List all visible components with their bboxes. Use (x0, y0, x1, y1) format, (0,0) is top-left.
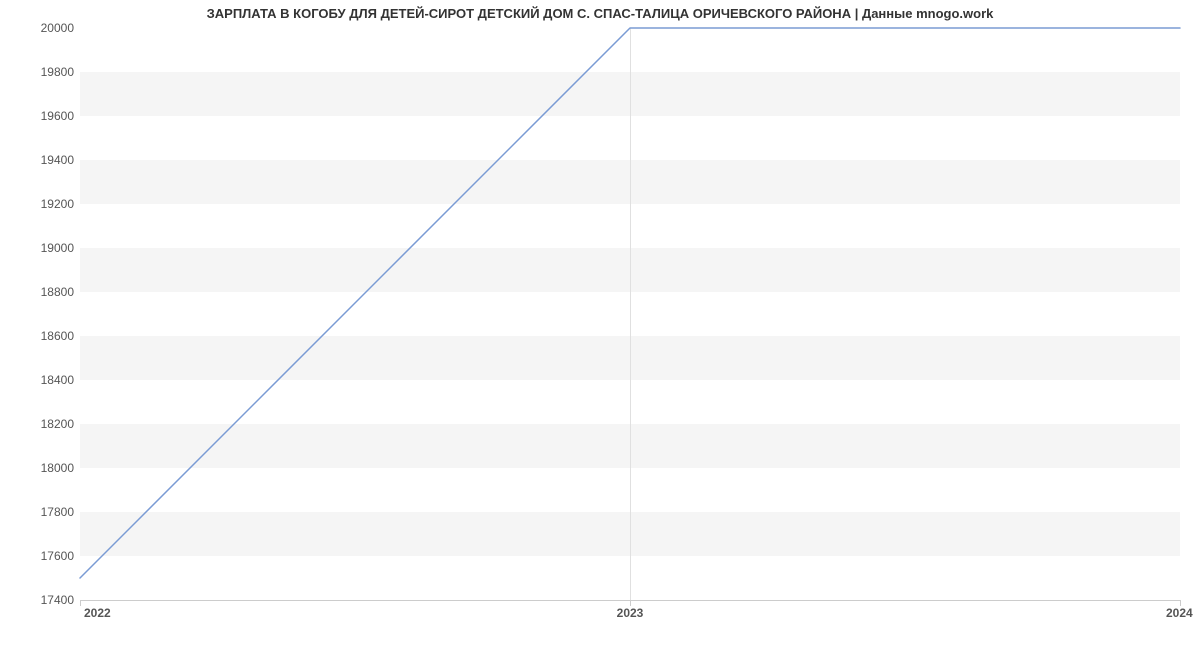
plot-area (80, 28, 1180, 601)
y-tick-label: 18800 (4, 285, 74, 299)
y-tick-label: 19800 (4, 65, 74, 79)
y-tick-label: 18000 (4, 461, 74, 475)
y-tick-label: 17600 (4, 549, 74, 563)
y-tick-label: 19400 (4, 153, 74, 167)
salary-line-chart: ЗАРПЛАТА В КОГОБУ ДЛЯ ДЕТЕЙ-СИРОТ ДЕТСКИ… (0, 0, 1200, 650)
y-tick-label: 17800 (4, 505, 74, 519)
y-tick-label: 17400 (4, 593, 74, 607)
y-tick-label: 19200 (4, 197, 74, 211)
y-tick-label: 19600 (4, 109, 74, 123)
y-tick-label: 18200 (4, 417, 74, 431)
x-tick-label: 2023 (617, 606, 644, 620)
y-tick-label: 19000 (4, 241, 74, 255)
x-tick-label: 2022 (84, 606, 111, 620)
y-tick-label: 18600 (4, 329, 74, 343)
x-tick-label: 2024 (1166, 606, 1193, 620)
y-tick-label: 20000 (4, 21, 74, 35)
data-line (80, 28, 1180, 600)
y-tick-label: 18400 (4, 373, 74, 387)
chart-title: ЗАРПЛАТА В КОГОБУ ДЛЯ ДЕТЕЙ-СИРОТ ДЕТСКИ… (0, 6, 1200, 21)
